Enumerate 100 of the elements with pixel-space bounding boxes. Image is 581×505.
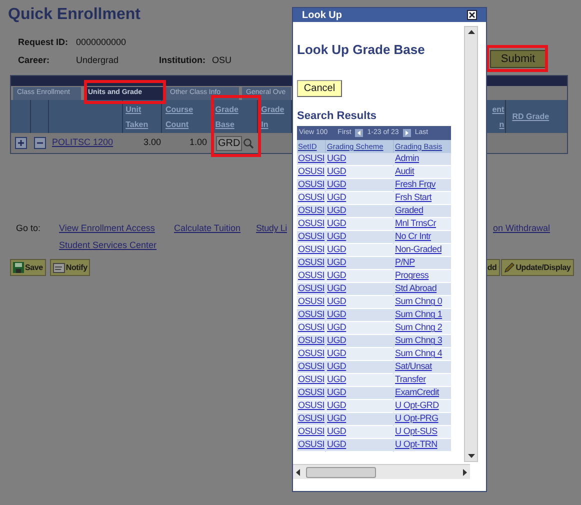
result-link[interactable]: Admin <box>395 153 420 165</box>
result-link[interactable]: Transfer <box>395 374 426 386</box>
previous-icon[interactable] <box>355 129 364 137</box>
scrollbar-thumb[interactable] <box>306 466 376 478</box>
result-link[interactable]: UGD <box>327 166 346 178</box>
result-link[interactable]: UGD <box>327 205 346 217</box>
toolbar-button[interactable]: Save <box>10 259 46 276</box>
result-link[interactable]: OSUSI <box>298 322 325 334</box>
vertical-scrollbar[interactable] <box>464 26 478 462</box>
result-link[interactable]: Sum Chng 1 <box>395 309 442 321</box>
result-link[interactable]: U Opt-PRG <box>395 413 438 425</box>
result-link[interactable]: OSUSI <box>298 439 325 451</box>
result-link[interactable]: UGD <box>327 348 346 360</box>
result-link[interactable]: UGD <box>327 192 346 204</box>
scroll-left-icon[interactable] <box>296 468 300 476</box>
result-link[interactable]: OSUSI <box>298 205 325 217</box>
close-icon[interactable] <box>467 10 477 20</box>
grade-base-field[interactable]: GRD <box>216 136 242 150</box>
result-link[interactable]: OSUSI <box>298 283 325 295</box>
result-link[interactable]: OSUSI <box>298 192 325 204</box>
highlight-frame <box>211 95 261 157</box>
result-link[interactable]: UGD <box>327 153 346 165</box>
result-link[interactable]: Mnl TrnsCr <box>395 218 436 230</box>
submit-button[interactable]: Submit <box>490 50 546 68</box>
field-value: Undergrad <box>76 54 120 68</box>
result-link[interactable]: U Opt-GRD <box>395 400 439 412</box>
result-link[interactable]: OSUSI <box>298 387 325 399</box>
result-link[interactable]: OSUSI <box>298 231 325 243</box>
page-title: Quick Enrollment <box>7 5 140 22</box>
result-link[interactable]: OSUSI <box>298 270 325 282</box>
result-link[interactable]: OSUSI <box>298 426 325 438</box>
result-link[interactable]: OSUSI <box>298 335 325 347</box>
dialog-heading: Look Up Grade Base <box>297 41 425 59</box>
cancel-button[interactable]: Cancel <box>297 80 342 96</box>
result-link[interactable]: UGD <box>327 231 346 243</box>
result-link[interactable]: Graded <box>395 205 424 217</box>
result-link[interactable]: UGD <box>327 439 346 451</box>
result-link[interactable]: OSUSI <box>298 244 325 256</box>
delete-row-icon[interactable] <box>34 137 46 149</box>
add-row-icon[interactable] <box>15 137 27 149</box>
result-link[interactable]: OSUSI <box>298 348 325 360</box>
scroll-right-icon[interactable] <box>463 468 467 476</box>
result-link[interactable]: UGD <box>327 257 346 269</box>
result-link[interactable]: U Opt-TRN <box>395 439 438 451</box>
result-link[interactable]: OSUSI <box>298 166 325 178</box>
toolbar-button[interactable]: Update/Display <box>500 259 574 276</box>
go-to-label: Go to: <box>15 222 42 236</box>
table-cell-text: 3.00 <box>142 136 162 150</box>
scroll-up-icon[interactable] <box>468 30 474 34</box>
scroll-down-icon[interactable] <box>468 454 474 458</box>
result-link[interactable]: Progress <box>395 270 429 282</box>
result-link[interactable]: No Cr Intr <box>395 231 432 243</box>
result-link[interactable]: UGD <box>327 335 346 347</box>
result-link[interactable]: OSUSI <box>298 361 325 373</box>
result-link[interactable]: OSUSI <box>298 413 325 425</box>
result-link[interactable]: OSUSI <box>298 179 325 191</box>
result-link[interactable]: UGD <box>327 179 346 191</box>
result-link[interactable]: Fresh Frgv <box>395 179 436 191</box>
result-link[interactable]: OSUSI <box>298 309 325 321</box>
result-link[interactable]: P/NP <box>395 257 415 269</box>
result-link[interactable]: Frsh Start <box>395 192 432 204</box>
result-link[interactable]: OSUSI <box>298 257 325 269</box>
toolbar-button[interactable]: Notify <box>50 259 90 276</box>
result-link[interactable]: Non-Graded <box>395 244 442 256</box>
table-cell-text: 1.00 <box>188 136 208 150</box>
result-link[interactable]: UGD <box>327 283 346 295</box>
search-icon[interactable] <box>243 138 254 148</box>
result-link[interactable]: OSUSI <box>298 218 325 230</box>
result-link[interactable]: Sum Chng 4 <box>395 348 442 360</box>
result-link[interactable]: Sat/Unsat <box>395 361 432 373</box>
result-link[interactable]: UGD <box>327 387 346 399</box>
result-link[interactable]: UGD <box>327 374 346 386</box>
result-link[interactable]: UGD <box>327 309 346 321</box>
result-link[interactable]: UGD <box>327 400 346 412</box>
result-link[interactable]: OSUSI <box>298 400 325 412</box>
result-link[interactable]: OSUSI <box>298 153 325 165</box>
result-link[interactable]: U Opt-SUS <box>395 426 438 438</box>
result-link[interactable]: Sum Chng 2 <box>395 322 442 334</box>
dialog-title: Look Up <box>302 8 342 22</box>
result-link[interactable]: UGD <box>327 270 346 282</box>
result-link[interactable]: UGD <box>327 218 346 230</box>
note-icon <box>52 262 65 272</box>
result-link[interactable]: UGD <box>327 426 346 438</box>
section-title: Search Results <box>297 108 376 124</box>
result-link[interactable]: OSUSI <box>298 374 325 386</box>
result-link[interactable]: UGD <box>327 413 346 425</box>
field-value: OSU <box>212 54 232 68</box>
result-link[interactable]: Audit <box>395 166 414 178</box>
result-link[interactable]: OSUSI <box>298 296 325 308</box>
result-link[interactable]: UGD <box>327 322 346 334</box>
result-link[interactable]: Std Abroad <box>395 283 437 295</box>
result-link[interactable]: Sum Chng 0 <box>395 296 442 308</box>
horizontal-scrollbar[interactable] <box>293 464 470 479</box>
result-link[interactable]: UGD <box>327 361 346 373</box>
result-link[interactable]: Sum Chng 3 <box>395 335 442 347</box>
result-link[interactable]: UGD <box>327 296 346 308</box>
result-link[interactable]: UGD <box>327 244 346 256</box>
result-link[interactable]: ExamCredit <box>395 387 440 399</box>
field-value: 0000000000 <box>76 36 126 50</box>
next-icon[interactable] <box>402 129 411 137</box>
